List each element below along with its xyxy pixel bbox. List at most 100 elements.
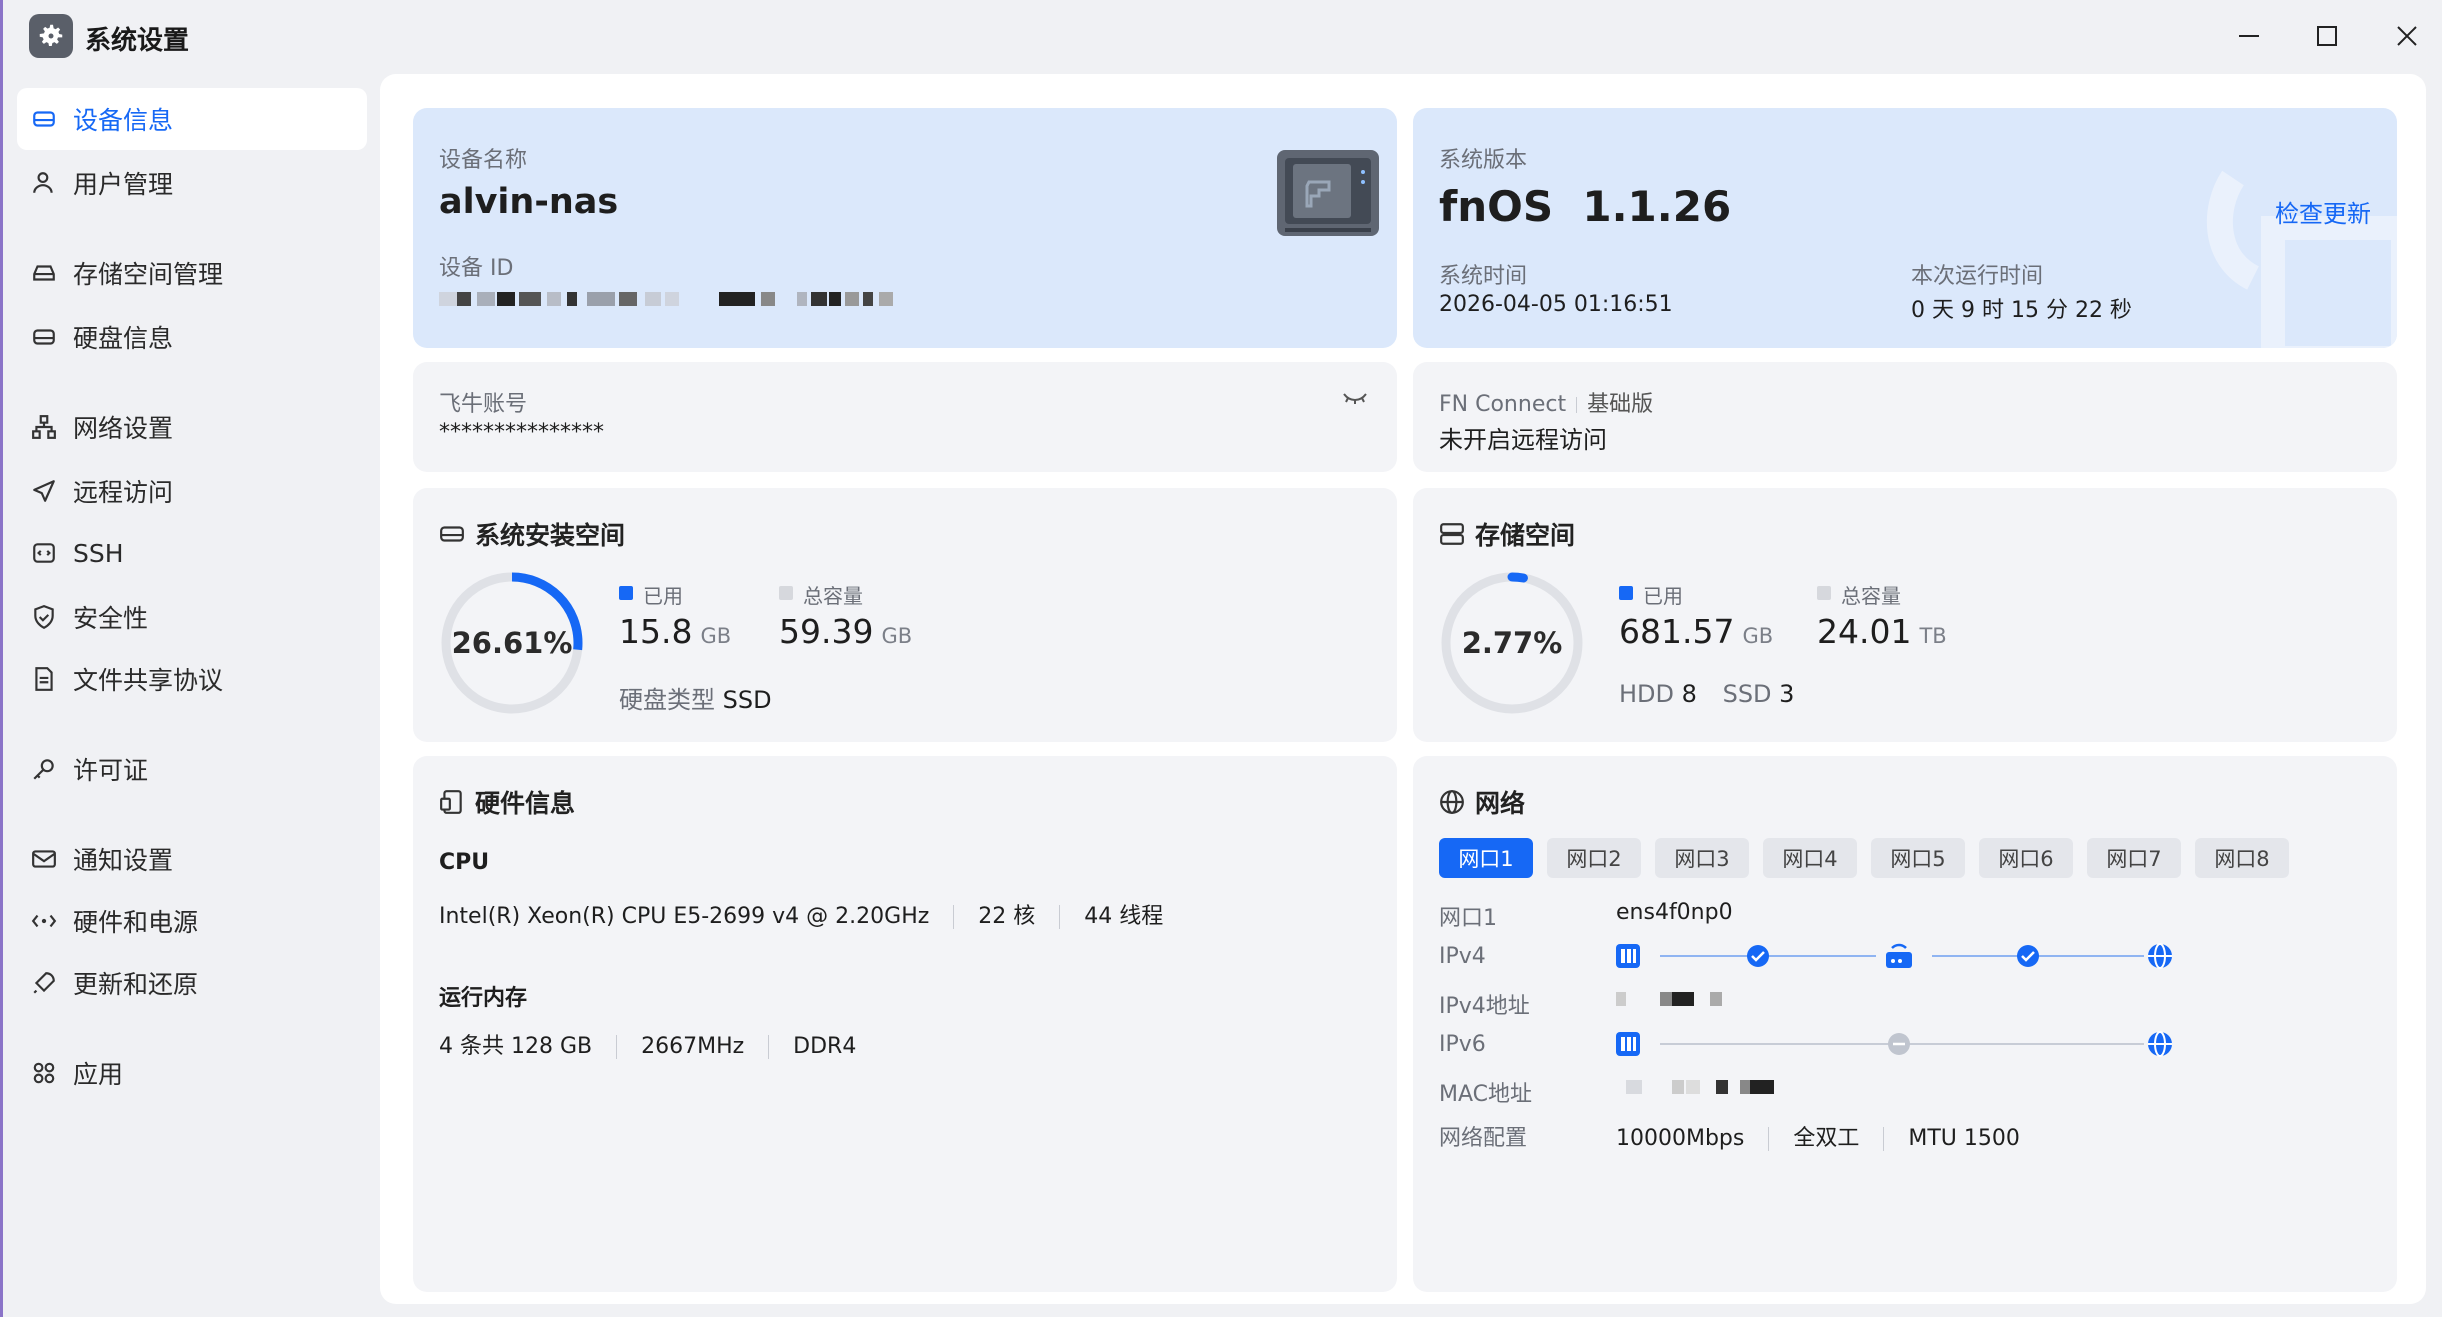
sidebar-item-disks[interactable]: 硬盘信息: [17, 306, 367, 368]
system-space-card: 系统安装空间 26.61% 已用 15.8 GB 总容量 59.39 GB 硬盘类型…: [413, 488, 1397, 742]
network-icon: [29, 412, 59, 442]
sidebar-item-update[interactable]: 更新和还原: [17, 952, 367, 1014]
storage-icon: [29, 258, 59, 288]
sidebar-item-device-info[interactable]: 设备信息: [17, 88, 367, 150]
tab-port-7[interactable]: 网口7: [2087, 838, 2181, 878]
sidebar-item-users[interactable]: 用户管理: [17, 152, 367, 214]
sidebar-item-license[interactable]: 许可证: [17, 738, 367, 800]
device-name-label: 设备名称: [439, 148, 528, 173]
sidebar-item-security[interactable]: 安全性: [17, 586, 367, 648]
uptime: 0 天 9 时 15 分 22 秒: [1911, 298, 2132, 323]
title-bar: 系统设置: [3, 0, 2442, 72]
used-label: 已用: [1643, 584, 1683, 608]
memory-size: 4 条共 128 GB: [439, 1034, 593, 1059]
sidebar-item-ssh[interactable]: SSH: [17, 522, 367, 584]
disk-icon: [29, 322, 59, 352]
sidebar-item-network[interactable]: 网络设置: [17, 396, 367, 458]
hardware-title-text: 硬件信息: [475, 789, 576, 818]
system-version-card: 系统版本 fnOS 1.1.26 检查更新 系统时间 2026-04-05 01…: [1413, 108, 2397, 348]
network-title: 网络: [1439, 784, 1525, 820]
sidebar-item-hardware-power[interactable]: 硬件和电源: [17, 890, 367, 952]
system-version: fnOS 1.1.26: [1439, 182, 1732, 231]
eye-closed-icon[interactable]: [1341, 386, 1369, 412]
apps-icon: [29, 1058, 59, 1088]
total-legend-dot: [779, 586, 793, 600]
tab-port-5[interactable]: 网口5: [1871, 838, 1965, 878]
account-card: 飞牛账号 ***************: [413, 362, 1397, 472]
used-legend-dot: [1619, 586, 1633, 600]
ipv4-label: IPv4: [1439, 944, 1486, 969]
settings-gear-icon: [29, 14, 73, 58]
ssd-count: 3: [1779, 680, 1795, 708]
used-value: 681.57 GB: [1619, 612, 1773, 651]
account-label: 飞牛账号: [439, 392, 528, 417]
sidebar-item-label: 文件共享协议: [73, 666, 224, 695]
mail-icon: [29, 844, 59, 874]
storage-card: 存储空间 2.77% 已用 681.57 GB 总容量 24.01 TB HDD 8…: [1413, 488, 2397, 742]
sidebar-item-label: 安全性: [73, 604, 149, 633]
maximize-button[interactable]: [2307, 16, 2347, 56]
sidebar-item-label: 存储空间管理: [73, 260, 224, 289]
used-number: 15.8: [619, 612, 693, 651]
device-name: alvin-nas: [439, 182, 619, 222]
sidebar-item-label: SSH: [73, 538, 124, 568]
sidebar-item-label: 更新和还原: [73, 970, 199, 999]
check-update-link[interactable]: 检查更新: [2275, 194, 2371, 229]
tab-port-1[interactable]: 网口1: [1439, 838, 1533, 878]
memory-type: DDR4: [793, 1034, 857, 1059]
network-title-text: 网络: [1475, 789, 1526, 818]
system-time-label: 系统时间: [1439, 264, 1528, 289]
used-unit: GB: [700, 624, 732, 648]
cpu-threads: 44 线程: [1084, 904, 1164, 929]
link-speed: 10000Mbps: [1616, 1126, 1745, 1151]
sidebar-item-apps[interactable]: 应用: [17, 1042, 367, 1104]
mac-label: MAC地址: [1439, 1082, 1533, 1107]
hardware-title: 硬件信息: [439, 784, 575, 820]
ipv6-label: IPv6: [1439, 1032, 1486, 1057]
cpu-label: CPU: [439, 850, 490, 875]
sidebar-item-remote[interactable]: 远程访问: [17, 460, 367, 522]
device-icon: [29, 104, 59, 134]
network-card: 网络: [1413, 756, 2397, 1292]
app-title: 系统设置: [85, 26, 190, 56]
sidebar-item-storage[interactable]: 存储空间管理: [17, 242, 367, 304]
fn-connect-name: FN Connect: [1439, 392, 1567, 417]
tab-port-2[interactable]: 网口2: [1547, 838, 1641, 878]
tab-port-6[interactable]: 网口6: [1979, 838, 2073, 878]
fn-connect-label: FN Connect 基础版: [1439, 386, 1653, 418]
sidebar-item-notifications[interactable]: 通知设置: [17, 828, 367, 890]
sidebar-item-file-sharing[interactable]: 文件共享协议: [17, 648, 367, 710]
minimize-button[interactable]: [2229, 16, 2269, 56]
tab-port-8[interactable]: 网口8: [2195, 838, 2289, 878]
storage-percent: 2.77%: [1461, 626, 1563, 660]
device-id-redacted: [439, 292, 909, 306]
close-button[interactable]: [2387, 16, 2427, 56]
total-value: 59.39 GB: [779, 612, 912, 651]
hardware-icon: [439, 787, 469, 817]
tab-port-3[interactable]: 网口3: [1655, 838, 1749, 878]
tab-port-4[interactable]: 网口4: [1763, 838, 1857, 878]
mac-address-redacted: [1626, 1080, 1786, 1094]
network-config-row: 10000Mbps 全双工 MTU 1500: [1616, 1120, 2020, 1152]
terminal-icon: [29, 538, 59, 568]
memory-frequency: 2667MHz: [641, 1034, 745, 1059]
sidebar-item-label: 许可证: [73, 756, 149, 785]
storage-title-text: 存储空间: [1475, 521, 1576, 550]
storage-title: 存储空间: [1439, 516, 1575, 552]
memory-label: 运行内存: [439, 986, 528, 1011]
cpu-cores: 22 核: [978, 904, 1036, 929]
cpu-row: Intel(R) Xeon(R) CPU E5-2699 v4 @ 2.20GH…: [439, 898, 1163, 930]
fn-connect-edition: 基础版: [1587, 392, 1654, 417]
disk-count-row: HDD 8 SSD 3: [1619, 680, 1794, 708]
sidebar-item-label: 网络设置: [73, 414, 174, 443]
total-label: 总容量: [1841, 584, 1901, 608]
send-icon: [29, 476, 59, 506]
used-value: 15.8 GB: [619, 612, 731, 651]
total-unit: GB: [881, 624, 913, 648]
mtu: MTU 1500: [1908, 1126, 2020, 1151]
main-panel: 设备名称 alvin-nas 设备 ID 系统版本 fnOS 1.1.26 检查…: [380, 74, 2426, 1304]
sidebar-item-label: 远程访问: [73, 478, 174, 507]
uptime-label: 本次运行时间: [1911, 264, 2044, 289]
cpu-model: Intel(R) Xeon(R) CPU E5-2699 v4 @ 2.20GH…: [439, 904, 930, 929]
ipv4-address-label: IPv4地址: [1439, 994, 1530, 1019]
